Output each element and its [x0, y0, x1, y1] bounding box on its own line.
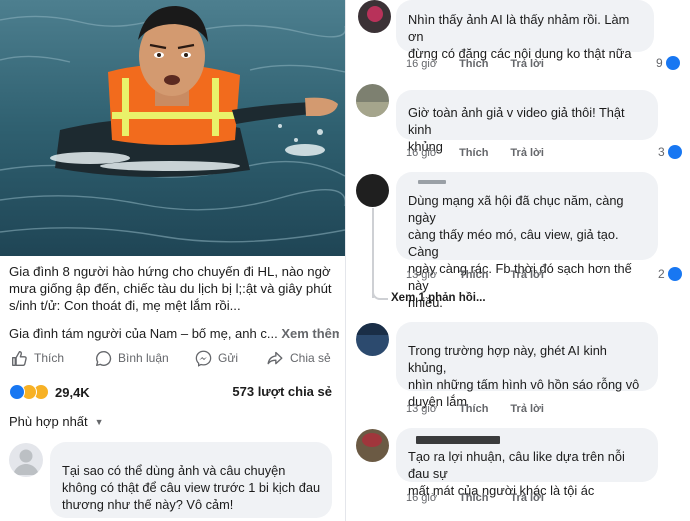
redacted-author-name [416, 436, 500, 444]
comment-like-count[interactable]: 2 [658, 267, 682, 281]
comment-meta: 13 giờ Thích Trả lời [406, 403, 566, 415]
redacted-author-name [418, 180, 446, 184]
comment-button[interactable]: Bình luận [95, 346, 169, 370]
comment-bubble: Tại sao có thể dùng ảnh và câu chuyện kh… [50, 442, 332, 518]
comment-like-link[interactable]: Thích [459, 403, 488, 415]
comment-like-link[interactable]: Thích [459, 492, 488, 504]
comment-line: Tạo ra lợi nhuận, câu like dựa trên nỗi … [408, 449, 625, 481]
see-replies-link[interactable]: Xem 1 phản hồi... [391, 292, 486, 304]
like-badge-icon [665, 56, 680, 70]
comment-reply-link[interactable]: Trả lời [510, 269, 544, 281]
avatar-photo [367, 6, 383, 22]
comment-like-count[interactable]: 3 [658, 145, 682, 159]
share-count[interactable]: 573 lượt chia sẻ [232, 384, 332, 399]
comment-bubble: Giờ toàn ảnh giả v video giả thôi! Thật … [396, 90, 658, 154]
like-button[interactable]: Thích [11, 346, 64, 370]
avatar-photo [356, 102, 389, 117]
like-label: Thích [34, 351, 65, 365]
share-button[interactable]: Chia sẻ [266, 346, 331, 370]
comment-reply-link[interactable]: Trả lời [510, 58, 544, 70]
reaction-summary[interactable]: 29,4K [9, 383, 90, 401]
comment-meta: 16 giờ Thích Trả lời [406, 58, 566, 70]
drowning-man-illustration [0, 0, 345, 256]
post-panel: Gia đình 8 người hào hứng cho chuyến đi … [0, 0, 345, 521]
comment-reply-link[interactable]: Trả lời [510, 492, 544, 504]
avatar-photo [362, 433, 382, 447]
like-count: 9 [656, 56, 663, 70]
comment-time: 13 giờ [406, 403, 438, 415]
comment-reply-link[interactable]: Trả lời [510, 147, 544, 159]
avatar[interactable] [356, 429, 389, 462]
comment-line: Nhìn thấy ảnh AI là thấy nhảm rồi. Làm ơ… [408, 12, 630, 44]
comment-bubble: Trong trường hợp này, ghét AI kinh khủng… [396, 322, 658, 409]
avatar[interactable] [356, 174, 389, 207]
chevron-down-icon: ▼ [94, 416, 104, 427]
comment-like-link[interactable]: Thích [459, 269, 488, 281]
comment-time: 16 giờ [406, 492, 438, 504]
avatar[interactable] [9, 443, 43, 477]
comment-line: càng thấy méo mó, câu view, giả tạo. Càn… [408, 227, 619, 259]
share-arrow-icon [267, 351, 283, 364]
comment-like-count[interactable]: 9 [656, 56, 680, 70]
caption-preview-text: Gia đình tám người của Nam – bố mẹ, anh … [9, 326, 278, 341]
comments-panel: Nhìn thấy ảnh AI là thấy nhảm rồi. Làm ơ… [346, 0, 690, 521]
comment-sort-dropdown[interactable]: Phù hợp nhất ▼ [9, 414, 104, 429]
comment-line: nhìn những tấm hình vô hồn sáo rỗng vô [408, 377, 640, 392]
comment-like-link[interactable]: Thích [459, 58, 488, 70]
comment-time: 16 giờ [406, 147, 438, 159]
like-badge-icon [667, 145, 682, 159]
comment-reply-link[interactable]: Trả lời [510, 403, 544, 415]
post-actions-bar: Thích Bình luận Gửi Chia sẻ [0, 346, 345, 370]
comment-text: Tại sao có thể dùng ảnh và câu chuyện kh… [62, 463, 321, 512]
default-avatar-icon [13, 449, 39, 475]
comment-meta: 13 giờ Thích Trả lời [406, 269, 566, 281]
comment-line: Trong trường hợp này, ghét AI kinh khủng… [408, 343, 607, 375]
reply-thread-line [372, 208, 374, 298]
avatar[interactable] [358, 0, 391, 33]
comment-label: Bình luận [118, 351, 169, 365]
post-caption: Gia đình 8 người hào hứng cho chuyến đi … [9, 264, 332, 313]
like-count: 2 [658, 267, 665, 281]
comment-meta: 16 giờ Thích Trả lời [406, 492, 566, 504]
post-photo[interactable] [0, 0, 345, 256]
like-badge-icon [667, 267, 682, 281]
messenger-icon [195, 350, 212, 367]
like-reaction-icon [9, 384, 25, 400]
reply-connector [372, 290, 388, 300]
avatar-photo [356, 323, 389, 335]
comment-like-link[interactable]: Thích [459, 147, 488, 159]
thumbs-up-icon [12, 350, 27, 366]
see-more-link[interactable]: Xem thêm [281, 326, 339, 341]
send-button[interactable]: Gửi [195, 346, 238, 370]
comment-bubble: Nhìn thấy ảnh AI là thấy nhảm rồi. Làm ơ… [396, 0, 654, 61]
sort-label: Phù hợp nhất [9, 414, 88, 429]
share-label: Chia sẻ [290, 351, 331, 365]
comment-line: Dùng mạng xã hội đã chục năm, càng ngày [408, 193, 624, 225]
comment-time: 13 giờ [406, 269, 438, 281]
avatar[interactable] [356, 84, 389, 117]
post-caption-preview: Gia đình tám người của Nam – bố mẹ, anh … [9, 326, 339, 342]
comment-meta: 16 giờ Thích Trả lời [406, 147, 566, 159]
avatar[interactable] [356, 323, 389, 356]
like-count: 3 [658, 145, 665, 159]
comment-time: 16 giờ [406, 58, 438, 70]
send-label: Gửi [218, 351, 239, 365]
comment-bubble-icon [96, 350, 112, 366]
comment-line: Giờ toàn ảnh giả v video giả thôi! Thật … [408, 105, 625, 137]
reaction-count: 29,4K [55, 384, 90, 400]
comment-bubble: Dùng mạng xã hội đã chục năm, càng ngày … [396, 172, 658, 310]
